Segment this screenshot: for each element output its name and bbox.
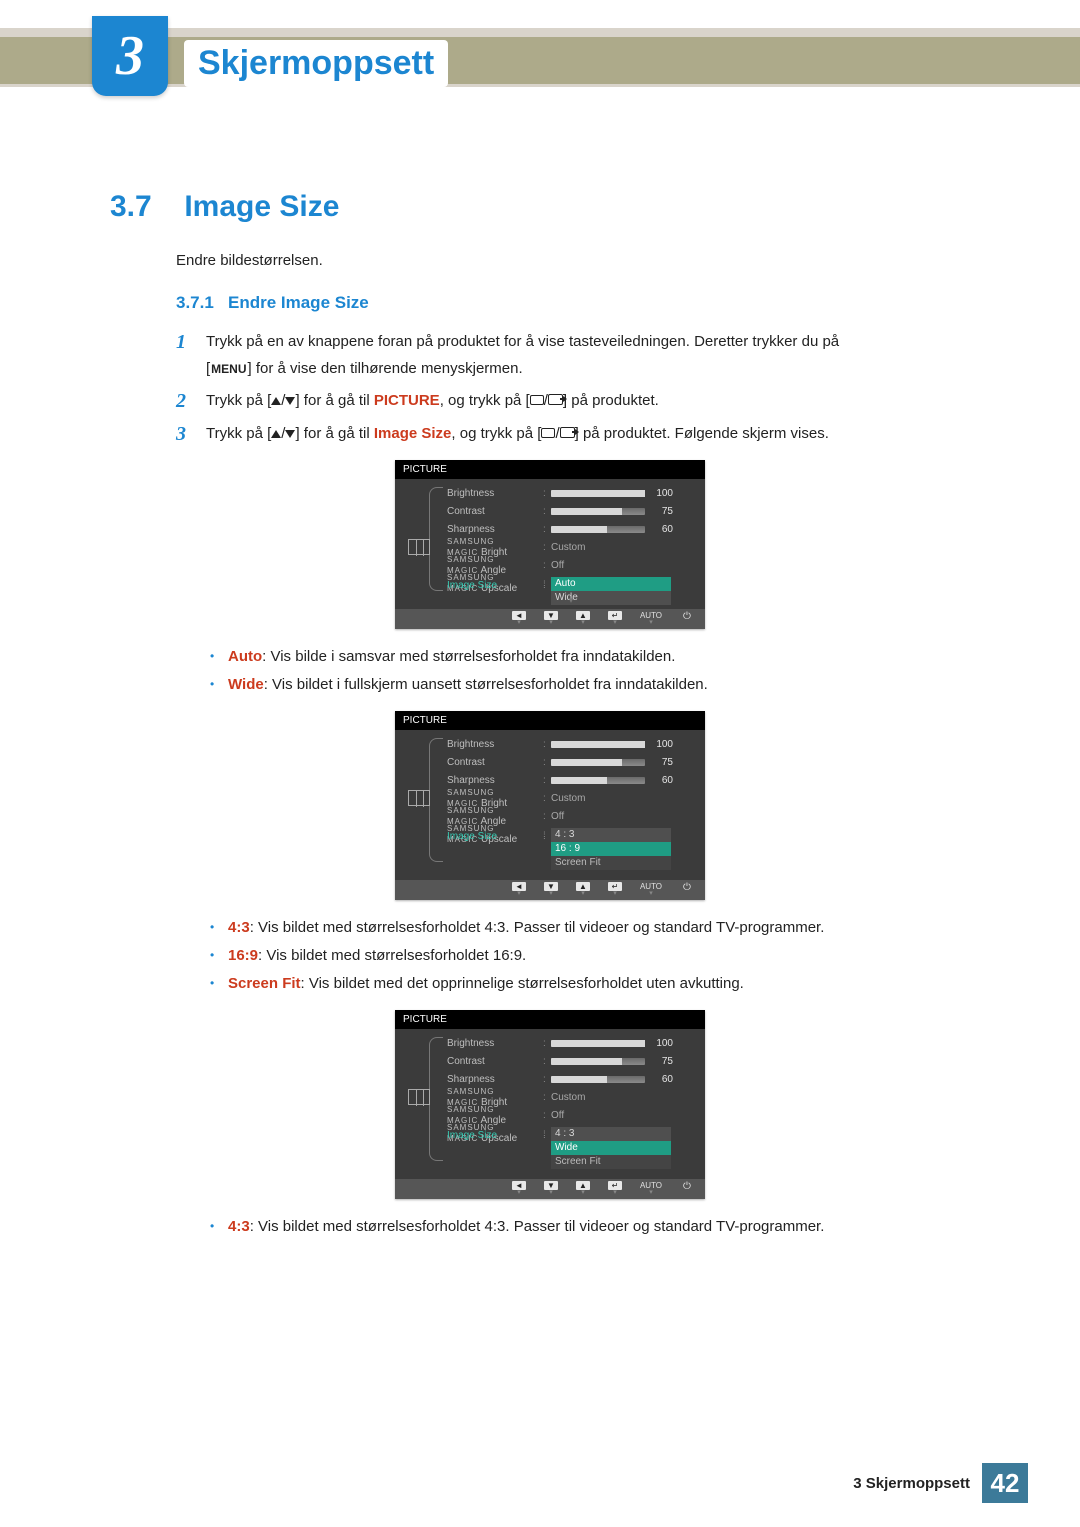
step-3: 3 Trykk på [/] for å gå til Image Size, … [176,423,990,446]
chapter-number: 3 [116,24,144,88]
osd-header: PICTURE [395,711,705,730]
arrow-up-icon [271,430,281,438]
step-text: Trykk på en av knappene foran på produkt… [206,333,839,350]
bullet-16-9: 16:9: Vis bildet med størrelsesforholdet… [210,944,990,968]
step-2: 2 Trykk på [/] for å gå til PICTURE, og … [176,390,990,413]
arrow-down-icon [285,397,295,405]
intro-text: Endre bildestørrelsen. [176,252,990,269]
picture-tab-icon [408,790,430,806]
subsection-title: Endre Image Size [228,293,369,312]
osd-screenshot-1: PICTURE Brightness: 100 Contrast: 75 Sh [395,460,705,629]
osd-row-magic-bright: SAMSUNGMAGIC Bright: Custom [447,539,695,555]
osd-header: PICTURE [395,460,705,479]
highlight-imagesize: Image Size [374,425,452,442]
slider [551,526,645,533]
more-below-icon: ▾ [447,595,695,605]
step-number: 2 [176,390,206,413]
step-number: 3 [176,423,206,446]
osd-sidebar [395,479,443,609]
bullet-list-3: 4:3: Vis bildet med størrelsesforholdet … [210,1215,990,1239]
osd-screenshot-3: PICTURE Brightness:100 Contrast:75 Sharp… [395,1010,705,1199]
osd-header: PICTURE [395,1010,705,1029]
source-icon [560,427,575,438]
osd-row-contrast: Contrast: 75 [447,503,695,519]
bullet-auto: Auto: Vis bilde i samsvar med størrelses… [210,645,990,669]
arrow-down-icon [285,430,295,438]
subsection-number: 3.7.1 [176,293,214,312]
arrow-up-icon [271,397,281,405]
bullet-screen-fit: Screen Fit: Vis bildet med det opprinnel… [210,972,990,996]
power-icon: ⏻ [680,611,694,622]
display-icon [530,395,544,405]
chapter-title: Skjermoppsett [184,40,448,87]
chapter-badge: 3 [92,16,168,96]
steps-list: 1 Trykk på en av knappene foran på produ… [176,331,990,446]
section-title: Image Size [184,190,339,223]
step-1: 1 Trykk på en av knappene foran på produ… [176,331,990,380]
bullet-4-3: 4:3: Vis bildet med størrelsesforholdet … [210,916,990,940]
page-number: 42 [982,1463,1028,1503]
slider [551,490,645,497]
section-number: 3.7 [110,190,176,224]
osd-row-sharpness: Sharpness: 60 [447,521,695,537]
bullet-wide: Wide: Vis bildet i fullskjerm uansett st… [210,673,990,697]
page-footer: 3 Skjermoppsett 42 [853,1463,1028,1503]
bullet-list-1: Auto: Vis bilde i samsvar med størrelses… [210,645,990,697]
osd-footer: ◄▾ ▼▾ ▲▾ ↵▾ AUTO▾ ⏻ [395,1179,705,1199]
picture-tab-icon [408,1089,430,1105]
step-number: 1 [176,331,206,380]
source-icon [548,394,563,405]
osd-row-brightness: Brightness: 100 [447,485,695,501]
footer-text: 3 Skjermoppsett [853,1475,970,1492]
osd-footer: ◄▾ ▼▾ ▲▾ ↵▾ AUTO▾ ⏻ [395,880,705,900]
bullet-4-3-b: 4:3: Vis bildet med størrelsesforholdet … [210,1215,990,1239]
osd-footer: ◄▾ ▼▾ ▲▾ ↵▾ AUTO▾ ⏻ [395,609,705,629]
menu-icon: MENU [210,362,247,376]
section-heading: 3.7 Image Size [110,190,990,224]
highlight-picture: PICTURE [374,392,440,409]
picture-tab-icon [408,539,430,555]
display-icon [541,428,555,438]
osd-screenshot-2: PICTURE Brightness:100 Contrast:75 Sharp… [395,711,705,900]
slider [551,508,645,515]
subsection-heading: 3.7.1 Endre Image Size [176,293,990,313]
bullet-list-2: 4:3: Vis bildet med størrelsesforholdet … [210,916,990,996]
osd-row-magic-angle: SAMSUNGMAGIC Angle: Off [447,557,695,573]
